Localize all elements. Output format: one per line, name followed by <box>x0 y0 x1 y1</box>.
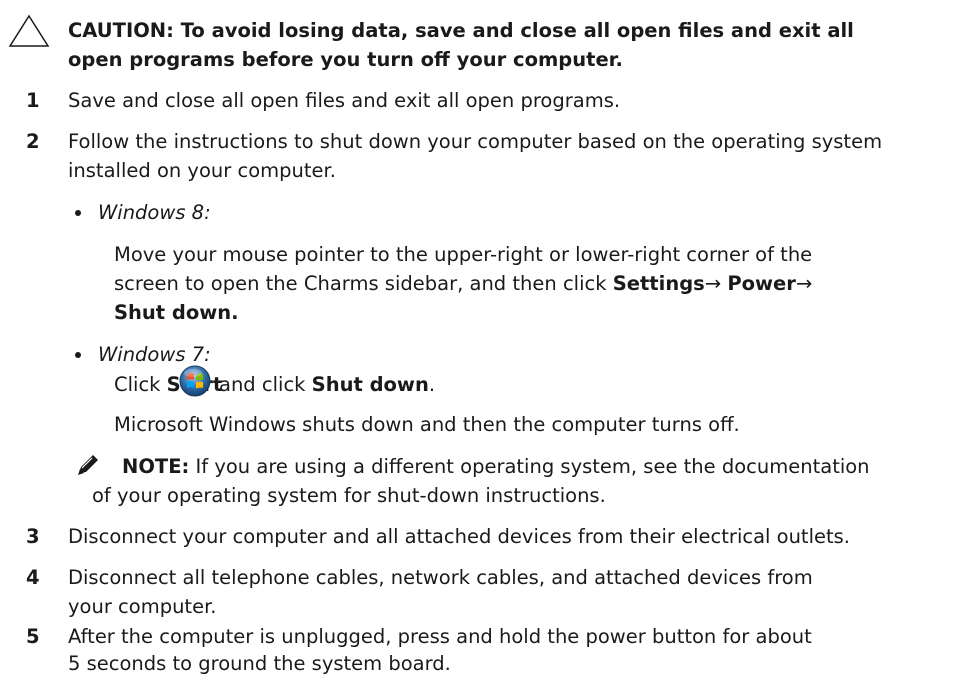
power-label: Power <box>727 272 796 295</box>
caution-line-2: open programs before you turn off your c… <box>68 48 623 71</box>
step-number: 2 <box>26 130 40 153</box>
step-number: 3 <box>26 525 40 548</box>
shut-down-label: Shut down <box>311 373 429 396</box>
note-line-1: NOTE: If you are using a different opera… <box>122 452 870 481</box>
bullet <box>75 352 81 358</box>
step-text: Disconnect your computer and all attache… <box>68 525 850 548</box>
step-text: installed on your computer. <box>68 159 336 182</box>
windows8-instruction-line-2: screen to open the Charms sidebar, and t… <box>114 269 812 298</box>
bullet <box>75 210 81 216</box>
windows8-label: Windows 8: <box>98 201 211 224</box>
windows7-instruction-cont: and click Shut down. <box>219 370 435 399</box>
period: . <box>428 373 436 396</box>
note-line-2: of your operating system for shut-down i… <box>92 484 606 507</box>
arrow-icon: → <box>704 272 722 295</box>
windows8-instruction-line-1: Move your mouse pointer to the upper-rig… <box>114 243 813 266</box>
arrow-icon: → <box>795 272 813 295</box>
windows7-result: Microsoft Windows shuts down and then th… <box>114 413 740 436</box>
step-text: Follow the instructions to shut down you… <box>68 130 883 153</box>
pencil-icon <box>78 455 98 475</box>
step-number: 4 <box>26 566 40 589</box>
windows7-text: and click <box>219 373 312 396</box>
step-text: Disconnect all telephone cables, network… <box>68 566 813 589</box>
windows7-text: Click <box>114 373 167 396</box>
step-text: 5 seconds to ground the system board. <box>68 652 451 675</box>
settings-label: Settings <box>612 272 705 295</box>
step-text: Save and close all open files and exit a… <box>68 89 621 112</box>
note-text: If you are using a different operating s… <box>189 455 870 478</box>
step-text: your computer. <box>68 595 217 618</box>
windows8-text: screen to open the Charms sidebar, and t… <box>114 272 613 295</box>
step-text: After the computer is unplugged, press a… <box>68 625 812 648</box>
step-number: 5 <box>26 625 40 648</box>
note-label: NOTE: <box>122 455 190 478</box>
windows-start-orb-icon <box>179 365 211 397</box>
caution-line-1: CAUTION: To avoid losing data, save and … <box>68 19 854 42</box>
step-number: 1 <box>26 89 40 112</box>
caution-triangle-icon <box>8 14 50 47</box>
shut-down-label: Shut down. <box>114 301 239 324</box>
